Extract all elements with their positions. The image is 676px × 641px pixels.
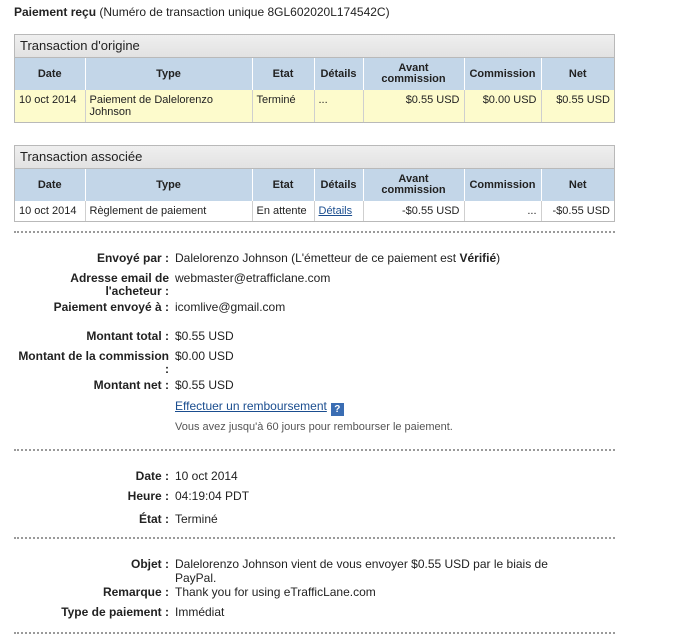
cell-etat: En attente	[252, 201, 315, 221]
envoye-par-value: Dalelorenzo Johnson (L'émetteur de ce pa…	[175, 251, 500, 265]
cell-date: 10 oct 2014	[15, 90, 86, 122]
commission-value: $0.00 USD	[175, 349, 234, 363]
cell-type: Paiement de Dalelorenzo Johnson	[85, 90, 253, 122]
sender-name: Dalelorenzo Johnson	[175, 251, 288, 265]
divider	[14, 449, 615, 451]
remarque-value: Thank you for using eTrafficLane.com	[175, 585, 376, 599]
cell-type: Règlement de paiement	[85, 201, 253, 221]
associated-transaction-panel: Transaction associée Date Type Etat Déta…	[14, 145, 615, 222]
cell-details: Détails	[314, 201, 364, 221]
associated-transaction-table: Date Type Etat Détails Avant commission …	[15, 169, 614, 221]
col-net: Net	[541, 169, 614, 201]
details-link[interactable]: Détails	[319, 205, 353, 217]
col-type: Type	[85, 58, 253, 90]
cell-net: -$0.55 USD	[541, 201, 614, 221]
envoye-par-label: Envoyé par :	[96, 251, 169, 265]
buyer-email-value: webmaster@etrafficlane.com	[175, 271, 331, 285]
cell-details: ...	[314, 90, 364, 122]
divider	[14, 632, 615, 634]
etat-value: Terminé	[175, 512, 218, 526]
col-date: Date	[15, 58, 86, 90]
col-avant-commission: Avant commission	[363, 58, 465, 90]
sender-status-prefix: (L'émetteur de ce paiement est	[291, 251, 460, 265]
table-header-row: Date Type Etat Détails Avant commission …	[15, 58, 614, 90]
cell-commission: $0.00 USD	[464, 90, 542, 122]
col-etat: Etat	[252, 58, 315, 90]
cell-avant-commission: $0.55 USD	[363, 90, 465, 122]
help-icon[interactable]: ?	[330, 403, 344, 416]
col-avant-commission: Avant commission	[363, 169, 465, 201]
refund-link[interactable]: Effectuer un remboursement	[175, 399, 327, 413]
date-label: Date :	[135, 469, 169, 483]
refund-note: Vous avez jusqu'à 60 jours pour rembours…	[175, 421, 453, 433]
heure-label: Heure :	[127, 489, 169, 503]
page-title-bold: Paiement reçu	[14, 5, 97, 19]
type-paiement-label: Type de paiement :	[61, 605, 169, 619]
col-details: Détails	[314, 169, 364, 201]
sender-verified: Vérifié	[459, 251, 497, 265]
refund-row: Effectuer un remboursement?	[175, 399, 344, 416]
remarque-label: Remarque :	[102, 585, 169, 599]
sender-status-suffix: )	[496, 251, 501, 265]
table-row: 10 oct 2014 Règlement de paiement En att…	[15, 201, 614, 221]
montant-net-value: $0.55 USD	[175, 378, 234, 392]
paiement-envoye-value: icomlive@gmail.com	[175, 300, 286, 314]
col-details: Détails	[314, 58, 364, 90]
original-transaction-table: Date Type Etat Détails Avant commission …	[15, 58, 614, 122]
commission-label: Montant de la commission :	[18, 349, 169, 376]
cell-date: 10 oct 2014	[15, 201, 86, 221]
buyer-email-label: Adresse email de l'acheteur :	[70, 271, 169, 298]
cell-net: $0.55 USD	[541, 90, 614, 122]
col-commission: Commission	[464, 58, 542, 90]
original-transaction-caption: Transaction d'origine	[15, 35, 614, 58]
table-header-row: Date Type Etat Détails Avant commission …	[15, 169, 614, 201]
montant-net-label: Montant net :	[93, 378, 169, 392]
divider	[14, 231, 615, 233]
col-date: Date	[15, 169, 86, 201]
date-value: 10 oct 2014	[175, 469, 238, 483]
col-etat: Etat	[252, 169, 315, 201]
montant-total-label: Montant total :	[86, 329, 169, 343]
table-row: 10 oct 2014 Paiement de Dalelorenzo John…	[15, 90, 614, 122]
etat-label: État :	[139, 512, 169, 526]
divider	[14, 537, 615, 539]
cell-etat: Terminé	[252, 90, 315, 122]
type-paiement-value: Immédiat	[175, 605, 225, 619]
page-title: Paiement reçu (Numéro de transaction uni…	[14, 5, 390, 19]
col-type: Type	[85, 169, 253, 201]
cell-avant-commission: -$0.55 USD	[363, 201, 465, 221]
montant-total-value: $0.55 USD	[175, 329, 234, 343]
objet-value: Dalelorenzo Johnson vient de vous envoye…	[175, 557, 548, 585]
paiement-envoye-label: Paiement envoyé à :	[53, 300, 169, 314]
objet-label: Objet :	[131, 557, 169, 571]
col-commission: Commission	[464, 169, 542, 201]
heure-value: 04:19:04 PDT	[175, 489, 250, 503]
col-net: Net	[541, 58, 614, 90]
transaction-id-text: (Numéro de transaction unique 8GL602020L…	[99, 5, 390, 19]
cell-commission: ...	[464, 201, 542, 221]
original-transaction-panel: Transaction d'origine Date Type Etat Dét…	[14, 34, 615, 123]
associated-transaction-caption: Transaction associée	[15, 146, 614, 169]
